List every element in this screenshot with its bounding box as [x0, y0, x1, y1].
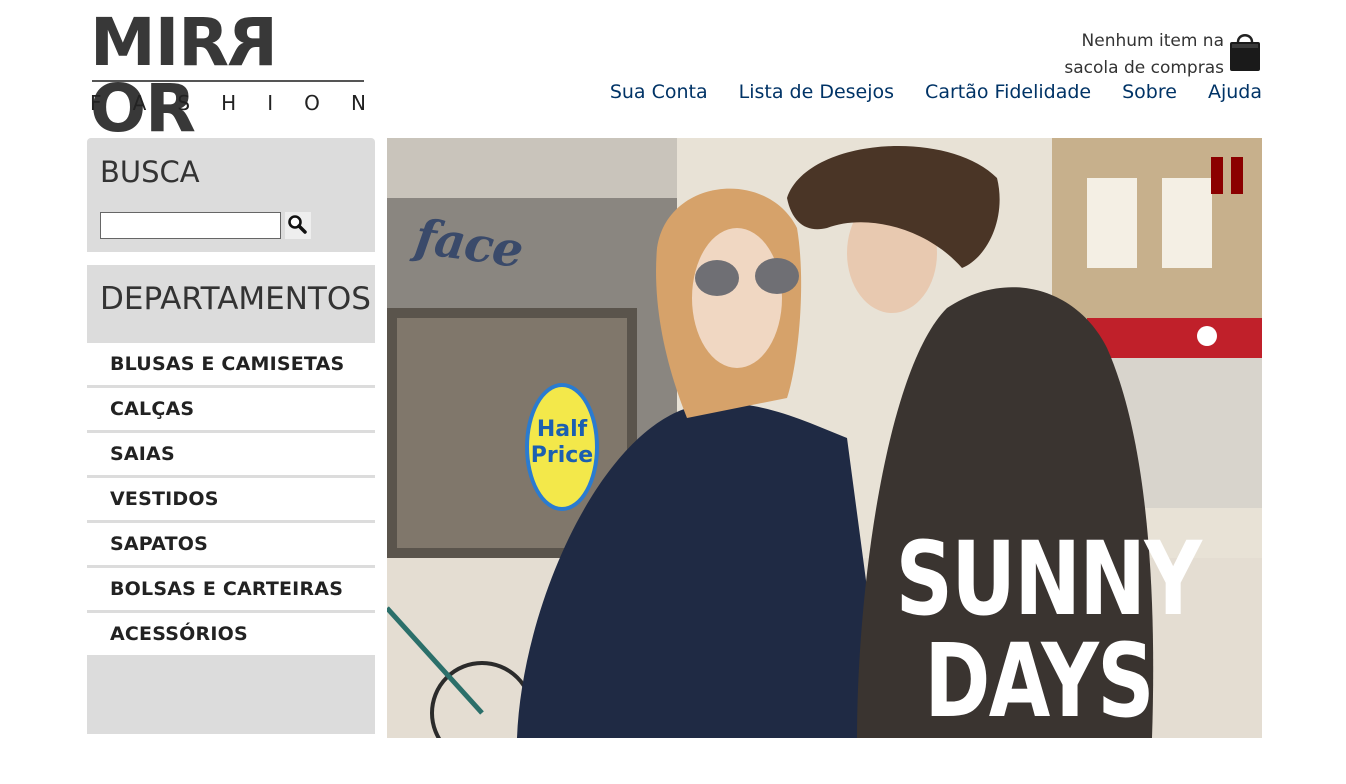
- nav-link-about[interactable]: Sobre: [1122, 81, 1177, 103]
- department-link-skirts[interactable]: SAIAS: [110, 443, 175, 465]
- cart-status-line1: Nenhum item na: [1081, 31, 1224, 51]
- search-title: BUSCA: [100, 155, 200, 189]
- department-item: BLUSAS E CAMISETAS: [87, 343, 375, 385]
- logo-tagline: F A S H I O N: [90, 92, 366, 114]
- department-link-accessories[interactable]: ACESSÓRIOS: [110, 623, 248, 645]
- department-item: ACESSÓRIOS: [87, 613, 375, 655]
- nav-item: Lista de Desejos: [739, 78, 894, 106]
- logo-tagline-letter: A: [132, 91, 147, 115]
- nav-link-help[interactable]: Ajuda: [1208, 81, 1262, 103]
- department-link-dresses[interactable]: VESTIDOS: [110, 488, 219, 510]
- shopping-bag-icon[interactable]: [1228, 30, 1262, 72]
- logo-tagline-letter: S: [177, 91, 191, 115]
- logo-tagline-letter: O: [304, 91, 320, 115]
- logo-tagline-letter: N: [350, 91, 366, 115]
- department-item: BOLSAS E CARTEIRAS: [87, 568, 375, 610]
- nav-link-loyalty-card[interactable]: Cartão Fidelidade: [925, 81, 1091, 103]
- department-link-shoes[interactable]: SAPATOS: [110, 533, 208, 555]
- cart-status: Nenhum item na sacola de compras: [1054, 28, 1224, 82]
- departments-title: DEPARTAMENTOS: [100, 281, 371, 317]
- nav-link-wishlist[interactable]: Lista de Desejos: [739, 81, 894, 103]
- logo-tagline-letter: F: [90, 91, 102, 115]
- department-link-tops[interactable]: BLUSAS E CAMISETAS: [110, 353, 344, 375]
- nav-item: Cartão Fidelidade: [925, 78, 1091, 106]
- departments-panel: DEPARTAMENTOS BLUSAS E CAMISETAS CALÇAS …: [87, 265, 375, 734]
- logo-tagline-letter: H: [221, 91, 237, 115]
- top-nav: Sua Conta Lista de Desejos Cartão Fideli…: [579, 78, 1262, 106]
- department-link-pants[interactable]: CALÇAS: [110, 398, 194, 420]
- logo-tagline-letter: I: [267, 91, 274, 115]
- half-price-line2: Price: [530, 443, 594, 468]
- search-panel: BUSCA: [87, 138, 375, 252]
- logo-divider: [92, 80, 364, 82]
- banner-headline-line2: DAYS: [924, 622, 1154, 738]
- nav-link-account[interactable]: Sua Conta: [610, 81, 708, 103]
- pause-bar-left: [1211, 157, 1223, 194]
- banner-headline: SUNNY DAYS: [823, 520, 1202, 738]
- department-item: SAIAS: [87, 433, 375, 475]
- logo-link[interactable]: MIRROR F A S H I O N: [90, 4, 366, 142]
- half-price-sign: Half Price: [525, 383, 599, 511]
- search-input[interactable]: [100, 212, 281, 239]
- department-item: CALÇAS: [87, 388, 375, 430]
- pause-icon[interactable]: [1211, 157, 1243, 194]
- search-button[interactable]: [285, 212, 311, 239]
- department-item: VESTIDOS: [87, 478, 375, 520]
- department-link-bags[interactable]: BOLSAS E CARTEIRAS: [110, 578, 343, 600]
- page-container: MIRROR F A S H I O N Nenhum item na saco…: [87, 0, 1262, 784]
- nav-item: Sobre: [1122, 78, 1177, 106]
- nav-item: Ajuda: [1208, 78, 1262, 106]
- departments-list: BLUSAS E CAMISETAS CALÇAS SAIAS VESTIDOS…: [87, 343, 375, 658]
- banner-headline-line1: SUNNY: [895, 520, 1202, 639]
- hero-banner[interactable]: face Half Price SUNNY DAYS: [387, 138, 1262, 738]
- half-price-line1: Half: [536, 417, 588, 442]
- nav-item: Sua Conta: [610, 78, 708, 106]
- logo-wordmark: MIRROR: [90, 4, 278, 147]
- shopping-cart[interactable]: Nenhum item na sacola de compras: [1054, 28, 1262, 82]
- pause-bar-right: [1231, 157, 1243, 194]
- department-item: SAPATOS: [87, 523, 375, 565]
- magnifier-icon: [288, 215, 307, 234]
